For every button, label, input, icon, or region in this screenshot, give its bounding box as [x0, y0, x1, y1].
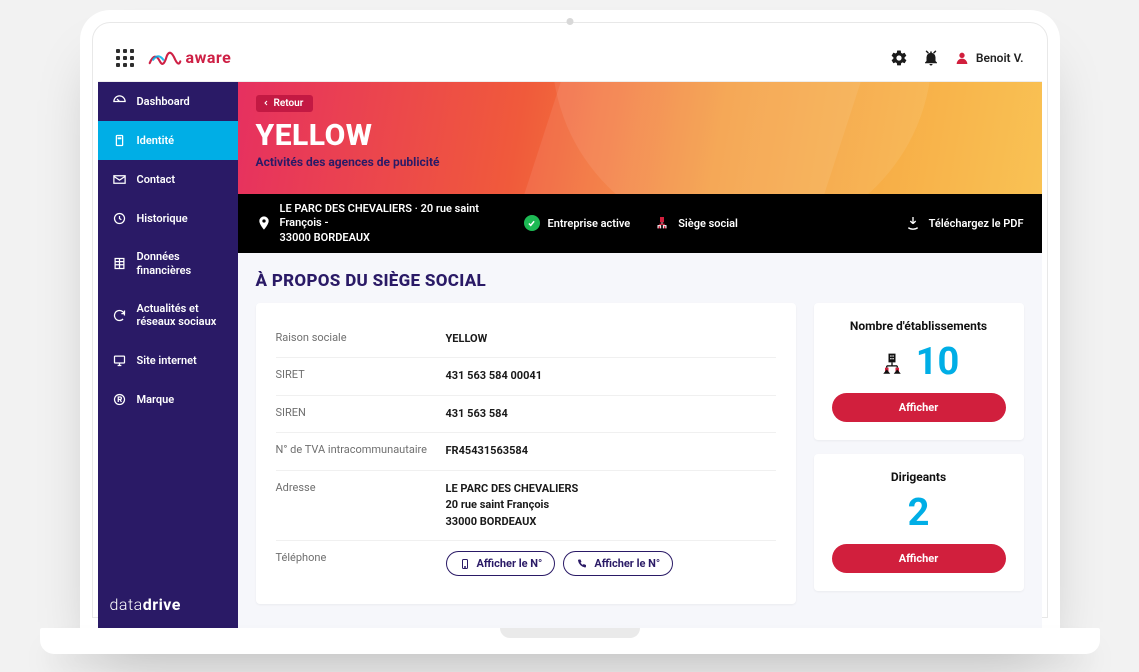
sidebar-item-contact[interactable]: Contact	[98, 160, 238, 199]
sidebar-item-label: Marque	[137, 393, 224, 407]
sidebar: Dashboard Identité Contact Historique Do…	[98, 82, 238, 630]
detail-key: SIREN	[276, 406, 446, 423]
sidebar-item-label: Site internet	[137, 354, 224, 368]
sidebar-item-identite[interactable]: Identité	[98, 121, 238, 160]
card-title: Nombre d'établissements	[832, 319, 1006, 333]
sidebar-item-marque[interactable]: Marque	[98, 380, 238, 419]
etablissements-card: Nombre d'établissements 10 Afficher	[814, 303, 1024, 440]
detail-value: LE PARC DES CHEVALIERS 20 rue saint Fran…	[446, 481, 579, 531]
card-title: Dirigeants	[832, 470, 1006, 484]
refresh-icon	[112, 308, 127, 323]
device-base	[40, 628, 1100, 654]
gauge-icon	[112, 94, 127, 109]
detail-key: Téléphone	[276, 551, 446, 576]
download-label: Téléchargez le PDF	[929, 217, 1024, 230]
status-label: Entreprise active	[548, 217, 631, 230]
page-title: YELLOW	[256, 118, 1024, 153]
phone-icon	[576, 558, 588, 570]
detail-value: 431 563 584 00041	[446, 368, 543, 385]
person-icon	[954, 50, 970, 66]
siege-segment: Siège social	[654, 215, 738, 231]
detail-value: YELLOW	[446, 331, 488, 348]
pdf-icon	[905, 215, 921, 231]
details-panel: Raison sociale YELLOW SIRET 431 563 584 …	[256, 303, 796, 605]
sidebar-item-label: Actualités et réseaux sociaux	[137, 302, 224, 330]
sidebar-item-label: Contact	[137, 173, 224, 187]
dirigeants-card: Dirigeants 2 Afficher	[814, 454, 1024, 591]
back-label: Retour	[274, 98, 304, 109]
sidebar-item-label: Historique	[137, 212, 224, 226]
chevron-left-icon	[262, 99, 270, 107]
pin-icon	[256, 215, 272, 231]
sidebar-item-actualites[interactable]: Actualités et réseaux sociaux	[98, 290, 238, 342]
brand-name: aware	[186, 48, 232, 67]
show-mobile-button[interactable]: Afficher le N°	[446, 551, 556, 576]
detail-key: Adresse	[276, 481, 446, 531]
sidebar-item-site[interactable]: Site internet	[98, 341, 238, 380]
monitor-icon	[112, 353, 127, 368]
device-frame: aware Benoit V. Dashboard	[80, 10, 1060, 630]
page-subtitle: Activités des agences de publicité	[256, 155, 1024, 169]
brand-mark-icon	[148, 47, 182, 69]
section-title: À PROPOS DU SIÈGE SOCIAL	[256, 271, 1024, 291]
detail-row: Raison sociale YELLOW	[276, 321, 776, 359]
sidebar-item-label: Données financières	[137, 250, 224, 278]
show-dirigeants-button[interactable]: Afficher	[832, 544, 1006, 573]
bell-icon[interactable]	[922, 49, 940, 67]
detail-row-phone: Téléphone Afficher le N° Afficher le N°	[276, 541, 776, 586]
sidebar-item-dashboard[interactable]: Dashboard	[98, 82, 238, 121]
detail-key: Raison sociale	[276, 331, 446, 348]
main: Retour YELLOW Activités des agences de p…	[238, 82, 1042, 630]
back-button[interactable]: Retour	[256, 95, 314, 112]
detail-value: FR45431563584	[446, 443, 529, 460]
screen: aware Benoit V. Dashboard	[98, 34, 1042, 630]
detail-row: SIRET 431 563 584 00041	[276, 358, 776, 396]
show-etablissements-button[interactable]: Afficher	[832, 393, 1006, 422]
check-circle-icon	[524, 215, 540, 231]
spreadsheet-icon	[112, 256, 127, 271]
address-segment: LE PARC DES CHEVALIERS · 20 rue saint Fr…	[256, 202, 500, 245]
detail-row-address: Adresse LE PARC DES CHEVALIERS 20 rue sa…	[276, 471, 776, 542]
sidebar-item-finances[interactable]: Données financières	[98, 238, 238, 290]
siege-label: Siège social	[678, 217, 738, 230]
detail-row: SIREN 431 563 584	[276, 396, 776, 434]
powered-brand: datadrive	[98, 579, 238, 630]
org-icon	[654, 215, 670, 231]
mobile-icon	[459, 558, 471, 570]
registered-icon	[112, 392, 127, 407]
show-phone-button[interactable]: Afficher le N°	[563, 551, 673, 576]
user-menu[interactable]: Benoit V.	[954, 50, 1024, 66]
info-bar: LE PARC DES CHEVALIERS · 20 rue saint Fr…	[238, 194, 1042, 253]
user-name: Benoit V.	[976, 51, 1024, 65]
status-segment: Entreprise active	[524, 215, 631, 231]
detail-value: 431 563 584	[446, 406, 508, 423]
card-value: 2	[832, 494, 1006, 532]
sidebar-item-label: Dashboard	[137, 95, 224, 109]
history-icon	[112, 211, 127, 226]
address-line-2: 33000 BORDEAUX	[280, 231, 500, 245]
app-launcher-icon[interactable]	[116, 49, 134, 67]
topbar: aware Benoit V.	[98, 34, 1042, 82]
org-tree-icon	[878, 348, 906, 376]
gear-icon[interactable]	[890, 49, 908, 67]
detail-key: SIRET	[276, 368, 446, 385]
mail-icon	[112, 172, 127, 187]
download-pdf-button[interactable]: Téléchargez le PDF	[905, 215, 1024, 231]
hero: Retour YELLOW Activités des agences de p…	[238, 82, 1042, 194]
content: À PROPOS DU SIÈGE SOCIAL Raison sociale …	[238, 253, 1042, 630]
detail-key: N° de TVA intracommunautaire	[276, 443, 446, 460]
id-icon	[112, 133, 127, 148]
sidebar-item-historique[interactable]: Historique	[98, 199, 238, 238]
brand-logo[interactable]: aware	[148, 47, 232, 69]
card-value: 10	[832, 343, 1006, 381]
sidebar-item-label: Identité	[137, 134, 224, 148]
address-line-1: LE PARC DES CHEVALIERS · 20 rue saint Fr…	[280, 202, 500, 231]
detail-row: N° de TVA intracommunautaire FR454315635…	[276, 433, 776, 471]
